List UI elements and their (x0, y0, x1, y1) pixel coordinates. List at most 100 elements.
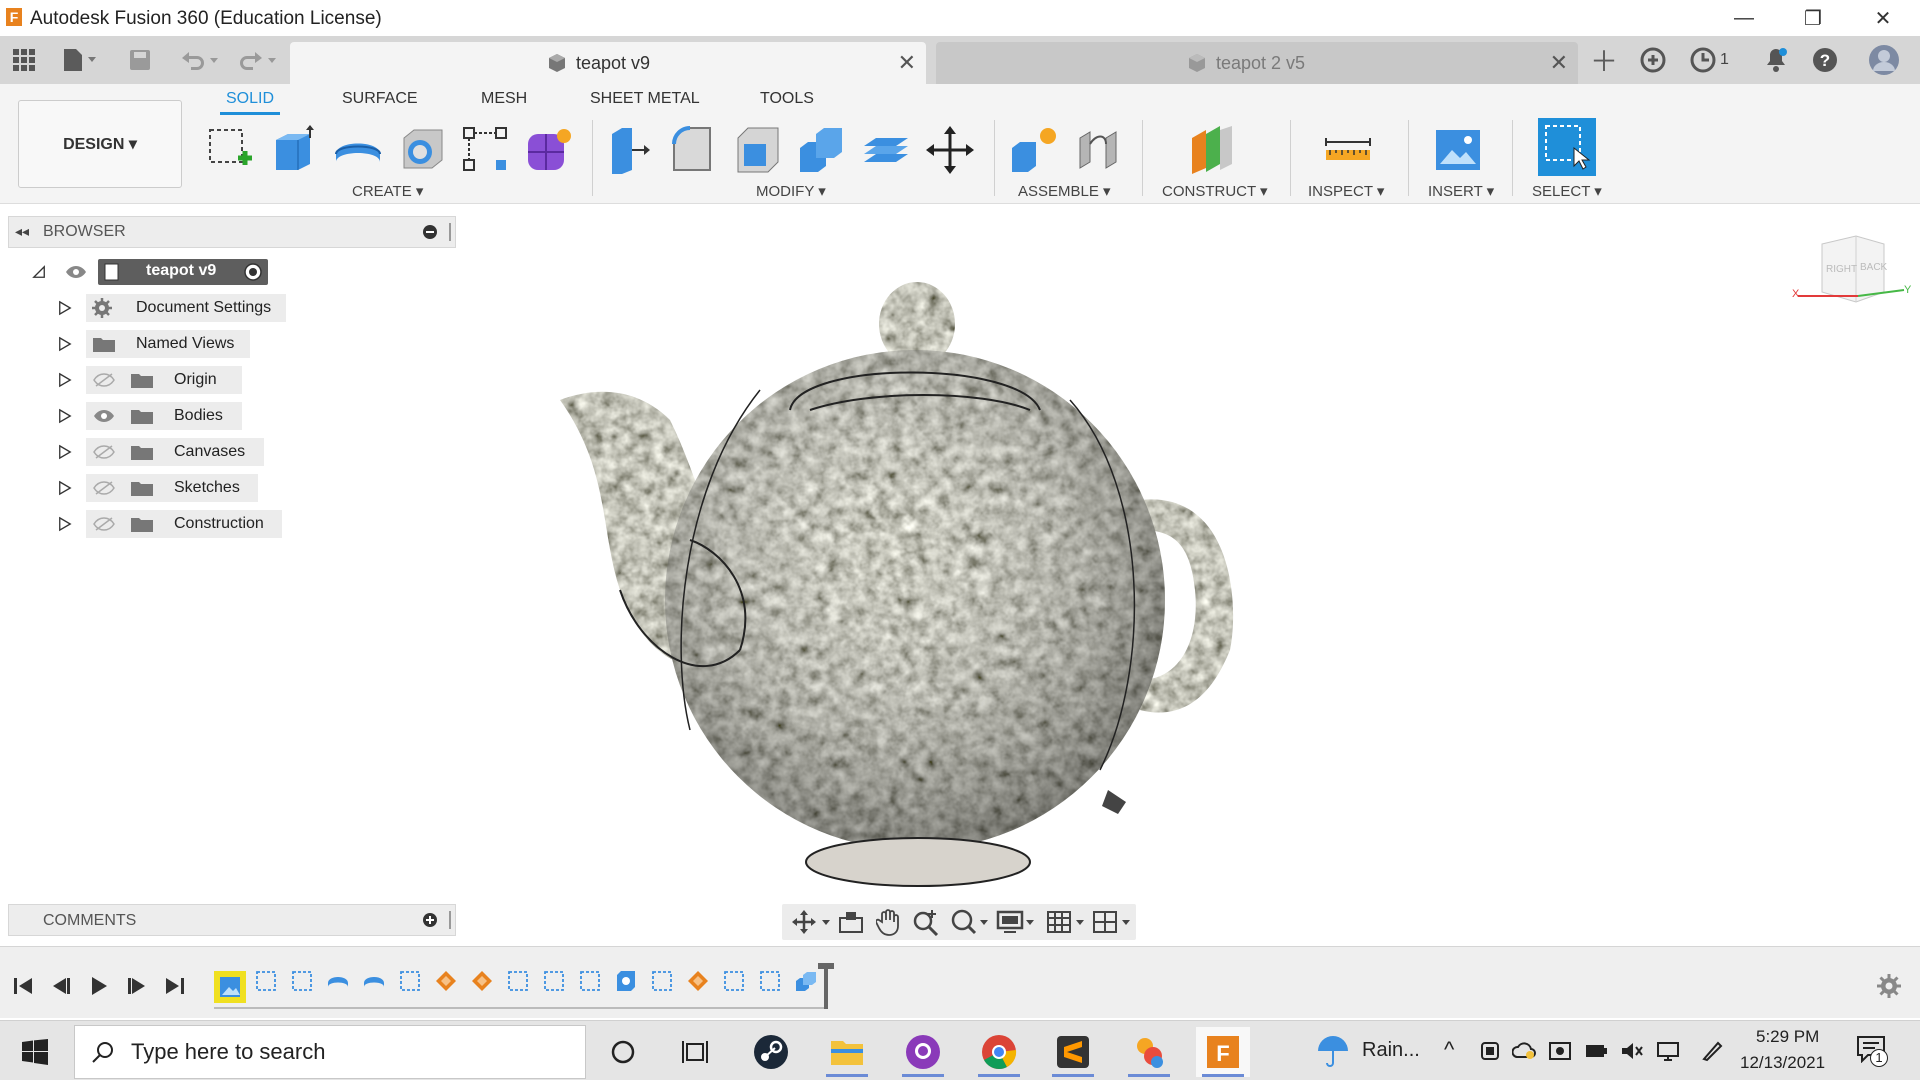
timeline-item-sketch[interactable] (290, 969, 314, 993)
expand-triangle-icon[interactable] (58, 372, 72, 388)
modify-menu[interactable]: MODIFY ▾ (756, 182, 826, 200)
paint-3d-icon[interactable] (1122, 1027, 1176, 1077)
expand-triangle-icon[interactable] (58, 480, 72, 496)
play-icon[interactable] (88, 975, 110, 997)
tree-item-document-settings[interactable]: Document Settings (58, 294, 288, 322)
timeline-item-revolve[interactable] (362, 969, 386, 993)
new-tab-plus-icon[interactable]: ＋ (1590, 46, 1618, 77)
workspace-switcher-button[interactable]: DESIGN ▾ (18, 100, 182, 188)
tree-item-named-views[interactable]: Named Views (58, 330, 258, 358)
timeline-item-sketch[interactable] (506, 969, 530, 993)
expand-triangle-icon[interactable] (58, 444, 72, 460)
grid-snaps-icon[interactable] (1046, 910, 1086, 934)
create-sketch-icon[interactable] (204, 124, 256, 176)
eye-hidden-icon[interactable] (92, 444, 116, 460)
offset-plane-icon[interactable] (1188, 124, 1240, 176)
tab-solid[interactable]: SOLID (219, 90, 281, 115)
file-menu-icon[interactable] (62, 46, 98, 74)
weather-text[interactable]: Rain... (1362, 1039, 1420, 1062)
fillet-icon[interactable] (668, 124, 720, 176)
onedrive-cloud-icon[interactable] (1512, 1039, 1536, 1063)
viewports-icon[interactable] (1092, 910, 1132, 934)
collapse-panel-icon[interactable]: ◂◂ (15, 223, 29, 240)
fusion-360-icon[interactable]: F (1196, 1027, 1250, 1077)
panel-resize-handle[interactable] (449, 223, 451, 241)
undo-icon[interactable] (178, 46, 222, 74)
viewcube-right-face[interactable]: RIGHT (1826, 264, 1857, 275)
fit-zoom-window-icon[interactable] (950, 908, 990, 936)
restore-button[interactable]: ❐ (1782, 0, 1844, 36)
eye-hidden-icon[interactable] (92, 480, 116, 496)
timeline-item-canvas[interactable] (214, 971, 246, 1003)
look-at-icon[interactable] (838, 910, 864, 934)
timeline-item-sweep[interactable] (470, 969, 494, 993)
windows-start-icon[interactable] (22, 1039, 48, 1065)
save-icon[interactable] (128, 46, 152, 74)
minimize-panel-icon[interactable] (423, 225, 437, 244)
joint-icon[interactable] (1072, 124, 1124, 176)
timeline-settings-gear-icon[interactable] (1876, 973, 1902, 999)
tray-app-icon[interactable] (1478, 1039, 1502, 1063)
expand-triangle-icon[interactable] (58, 408, 72, 424)
timeline-item-revolve[interactable] (326, 969, 350, 993)
insert-image-icon[interactable] (1432, 124, 1484, 176)
new-component-icon[interactable] (1008, 124, 1060, 176)
timeline-item-sketch[interactable] (650, 969, 674, 993)
tray-display-icon[interactable] (1548, 1039, 1572, 1063)
github-desktop-icon[interactable] (896, 1027, 950, 1077)
create-form-icon[interactable] (524, 124, 576, 176)
clock-date[interactable]: 12/13/2021 (1740, 1053, 1825, 1073)
pan-hand-icon[interactable] (876, 908, 902, 936)
clock-time[interactable]: 5:29 PM (1756, 1027, 1819, 1047)
assemble-menu[interactable]: ASSEMBLE ▾ (1018, 182, 1111, 200)
user-avatar[interactable] (1868, 45, 1900, 75)
display-settings-icon[interactable] (996, 910, 1036, 934)
activate-radio-icon[interactable] (244, 263, 262, 281)
combine-icon[interactable] (796, 124, 848, 176)
help-icon[interactable]: ? (1812, 46, 1838, 74)
tab-teapot-v9[interactable]: teapot v9 ✕ (290, 42, 926, 84)
tray-expand-chevron-icon[interactable]: ^ (1444, 1037, 1454, 1063)
task-view-icon[interactable] (668, 1027, 722, 1077)
cortana-icon[interactable] (596, 1027, 650, 1077)
revolve-icon[interactable] (332, 124, 384, 176)
tab-mesh[interactable]: MESH (481, 90, 527, 108)
notifications-bell-icon[interactable] (1764, 46, 1788, 74)
expand-triangle-icon[interactable] (58, 300, 72, 316)
eye-hidden-icon[interactable] (92, 372, 116, 388)
extrude-icon[interactable] (268, 124, 320, 176)
chrome-icon[interactable] (972, 1027, 1026, 1077)
tab-tools[interactable]: TOOLS (760, 90, 814, 108)
timeline-item-sketch[interactable] (398, 969, 422, 993)
expand-triangle-icon[interactable] (58, 336, 72, 352)
close-tab-icon[interactable]: ✕ (1550, 50, 1568, 76)
create-menu[interactable]: CREATE ▾ (352, 182, 423, 200)
sublime-text-icon[interactable] (1046, 1027, 1100, 1077)
viewcube-back-face[interactable]: BACK (1860, 262, 1887, 273)
construct-menu[interactable]: CONSTRUCT ▾ (1162, 182, 1268, 200)
close-window-button[interactable]: ✕ (1852, 0, 1914, 36)
add-comment-icon[interactable] (423, 913, 437, 932)
eye-icon[interactable] (64, 264, 88, 280)
tree-item-canvases[interactable]: Canvases (58, 438, 278, 466)
timeline-item-sketch[interactable] (254, 969, 278, 993)
teapot-model[interactable] (540, 270, 1260, 890)
go-to-start-icon[interactable] (12, 975, 34, 997)
orbit-icon[interactable] (792, 910, 836, 934)
tree-root-node[interactable]: teapot v9 (30, 258, 270, 286)
timeline-item-combine[interactable] (794, 969, 818, 993)
volume-muted-icon[interactable] (1620, 1039, 1644, 1063)
timeline-item-sketch[interactable] (578, 969, 602, 993)
tree-item-construction[interactable]: Construction (58, 510, 298, 538)
tab-teapot-2-v5[interactable]: teapot 2 v5 ✕ (936, 42, 1578, 84)
job-status-icon[interactable]: 1 (1690, 46, 1729, 74)
timeline-marker[interactable] (824, 965, 828, 1009)
shell-icon[interactable] (732, 124, 784, 176)
timeline-item-sketch[interactable] (722, 969, 746, 993)
steam-icon[interactable] (744, 1027, 798, 1077)
extensions-icon[interactable] (1640, 46, 1666, 74)
collapse-triangle-icon[interactable] (32, 264, 46, 280)
tree-item-origin[interactable]: Origin (58, 366, 258, 394)
insert-menu[interactable]: INSERT ▾ (1428, 182, 1494, 200)
pattern-icon[interactable] (460, 124, 512, 176)
